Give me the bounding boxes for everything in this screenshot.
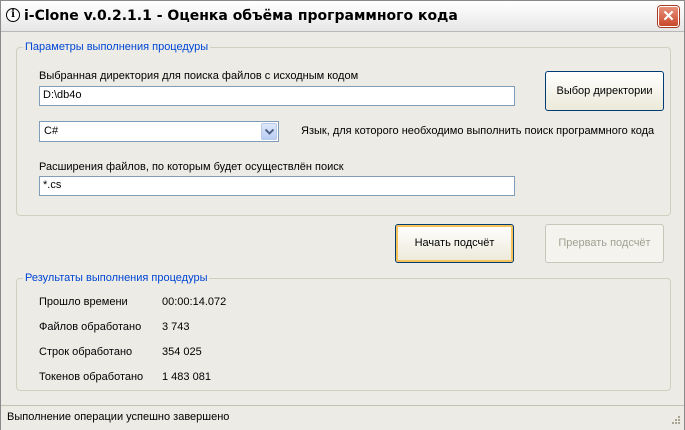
directory-label: Выбранная директория для поиска файлов с… — [39, 70, 359, 82]
result-label: Строк обработано — [39, 346, 133, 358]
info-icon: i — [6, 8, 20, 22]
result-label: Прошло времени — [39, 296, 128, 308]
results-legend: Результаты выполнения процедуры — [23, 272, 210, 284]
stop-count-button[interactable]: Прервать подсчёт — [545, 224, 664, 263]
start-count-button[interactable]: Начать подсчёт — [395, 224, 514, 263]
close-button[interactable]: ✕ — [658, 6, 679, 27]
language-label: Язык, для которого необходимо выполнить … — [301, 125, 655, 137]
choose-directory-label: Выбор директории — [556, 85, 653, 97]
status-bar: Выполнение операции успешно завершено — [1, 405, 684, 430]
result-value: 354 025 — [162, 346, 202, 358]
result-value: 00:00:14.072 — [162, 296, 227, 308]
title-bar[interactable]: i i-Clone v.0.2.1.1 - Оценка объёма прог… — [1, 1, 684, 32]
result-label: Файлов обработано — [39, 321, 142, 333]
status-text: Выполнение операции успешно завершено — [7, 411, 230, 423]
close-icon: ✕ — [662, 8, 675, 25]
result-value: 3 743 — [162, 321, 190, 333]
start-count-label: Начать подсчёт — [414, 237, 495, 249]
chevron-down-icon[interactable] — [261, 123, 277, 140]
result-value: 1 483 081 — [162, 371, 211, 383]
main-window: i i-Clone v.0.2.1.1 - Оценка объёма прог… — [0, 0, 685, 430]
language-value: C# — [44, 125, 59, 137]
params-legend: Параметры выполнения процедуры — [23, 41, 211, 53]
resize-grip-icon[interactable] — [669, 415, 681, 427]
extensions-label: Расширения файлов, по которым будет осущ… — [39, 161, 344, 173]
language-select[interactable]: C# — [39, 121, 279, 142]
choose-directory-button[interactable]: Выбор директории — [545, 71, 664, 111]
result-label: Токенов обработано — [39, 371, 144, 383]
directory-input[interactable]: D:\db4o — [39, 86, 515, 106]
window-title: i-Clone v.0.2.1.1 - Оценка объёма програ… — [24, 8, 458, 24]
extensions-input[interactable]: *.cs — [39, 176, 515, 196]
stop-count-label: Прервать подсчёт — [558, 237, 651, 249]
